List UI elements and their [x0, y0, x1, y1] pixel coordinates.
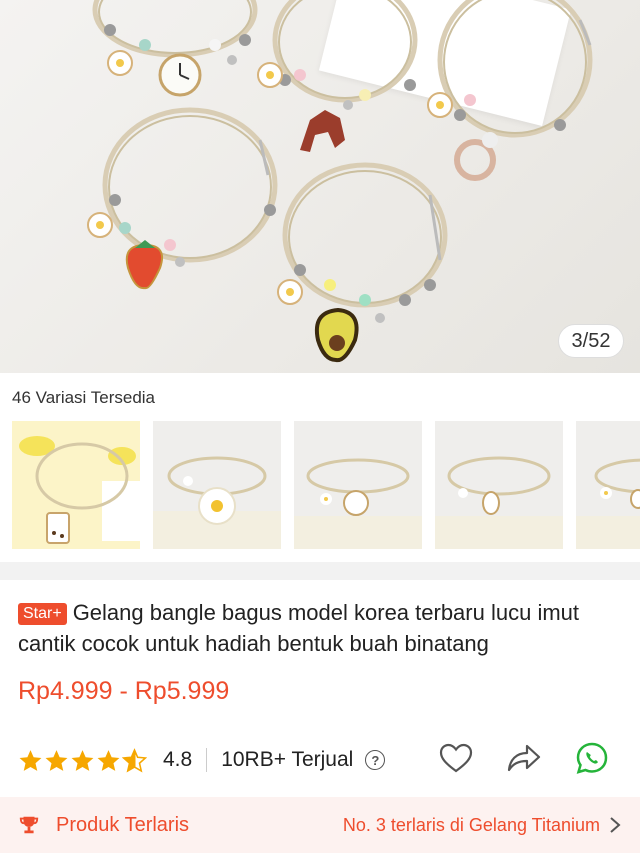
rating-row: 4.8 10RB+ Terjual ?: [18, 742, 386, 778]
strawberry-charm: [125, 240, 164, 290]
variation-thumb-boba[interactable]: [12, 421, 140, 549]
variation-thumb-rabbit[interactable]: [435, 421, 563, 549]
variation-thumbnails[interactable]: [12, 421, 640, 549]
half-star-icon: [122, 747, 147, 772]
heart-icon[interactable]: [438, 740, 474, 776]
star-icon: [19, 749, 42, 771]
star-plus-badge: Star+: [18, 603, 67, 625]
bell-charms: [175, 55, 385, 323]
bestseller-label: Produk Terlaris: [56, 813, 190, 836]
moon-charm: [454, 132, 498, 181]
product-title-text: Gelang bangle bagus model korea terbaru …: [18, 600, 579, 656]
product-image-gallery[interactable]: 3/52: [0, 0, 640, 373]
deer-charm: [300, 110, 345, 152]
variation-thumb-daisy[interactable]: [153, 421, 281, 549]
share-icon[interactable]: [506, 740, 542, 776]
product-title: Star+ Gelang bangle bagus model korea ter…: [18, 597, 628, 659]
variation-thumb-flower[interactable]: [576, 421, 640, 549]
action-icons: [438, 740, 610, 776]
star-icon: [97, 749, 120, 771]
chevron-right-icon[interactable]: [608, 816, 622, 834]
rating-value: 4.8: [163, 748, 193, 771]
section-divider: [0, 562, 640, 580]
variation-thumb-clock[interactable]: [294, 421, 422, 549]
bestseller-bar[interactable]: Produk Terlaris No. 3 terlaris di Gelang…: [0, 797, 640, 853]
star-icon: [45, 749, 68, 771]
star-icon: [71, 749, 94, 771]
bestseller-rank: No. 3 terlaris di Gelang Titanium: [342, 814, 600, 835]
trophy-icon: [19, 816, 39, 834]
sold-count: 10RB+ Terjual: [221, 748, 354, 771]
divider: [206, 748, 208, 772]
product-price: Rp4.999 - Rp5.999: [18, 677, 230, 705]
whatsapp-icon[interactable]: [574, 740, 610, 776]
rating-stars: [18, 747, 147, 773]
help-icon[interactable]: ?: [365, 750, 386, 770]
bracelets-photo: [87, 0, 593, 363]
clock-charm: [158, 53, 202, 97]
avocado-charm: [315, 307, 359, 363]
image-counter: 3/52: [558, 324, 624, 358]
variations-title: 46 Variasi Tersedia: [12, 388, 156, 407]
